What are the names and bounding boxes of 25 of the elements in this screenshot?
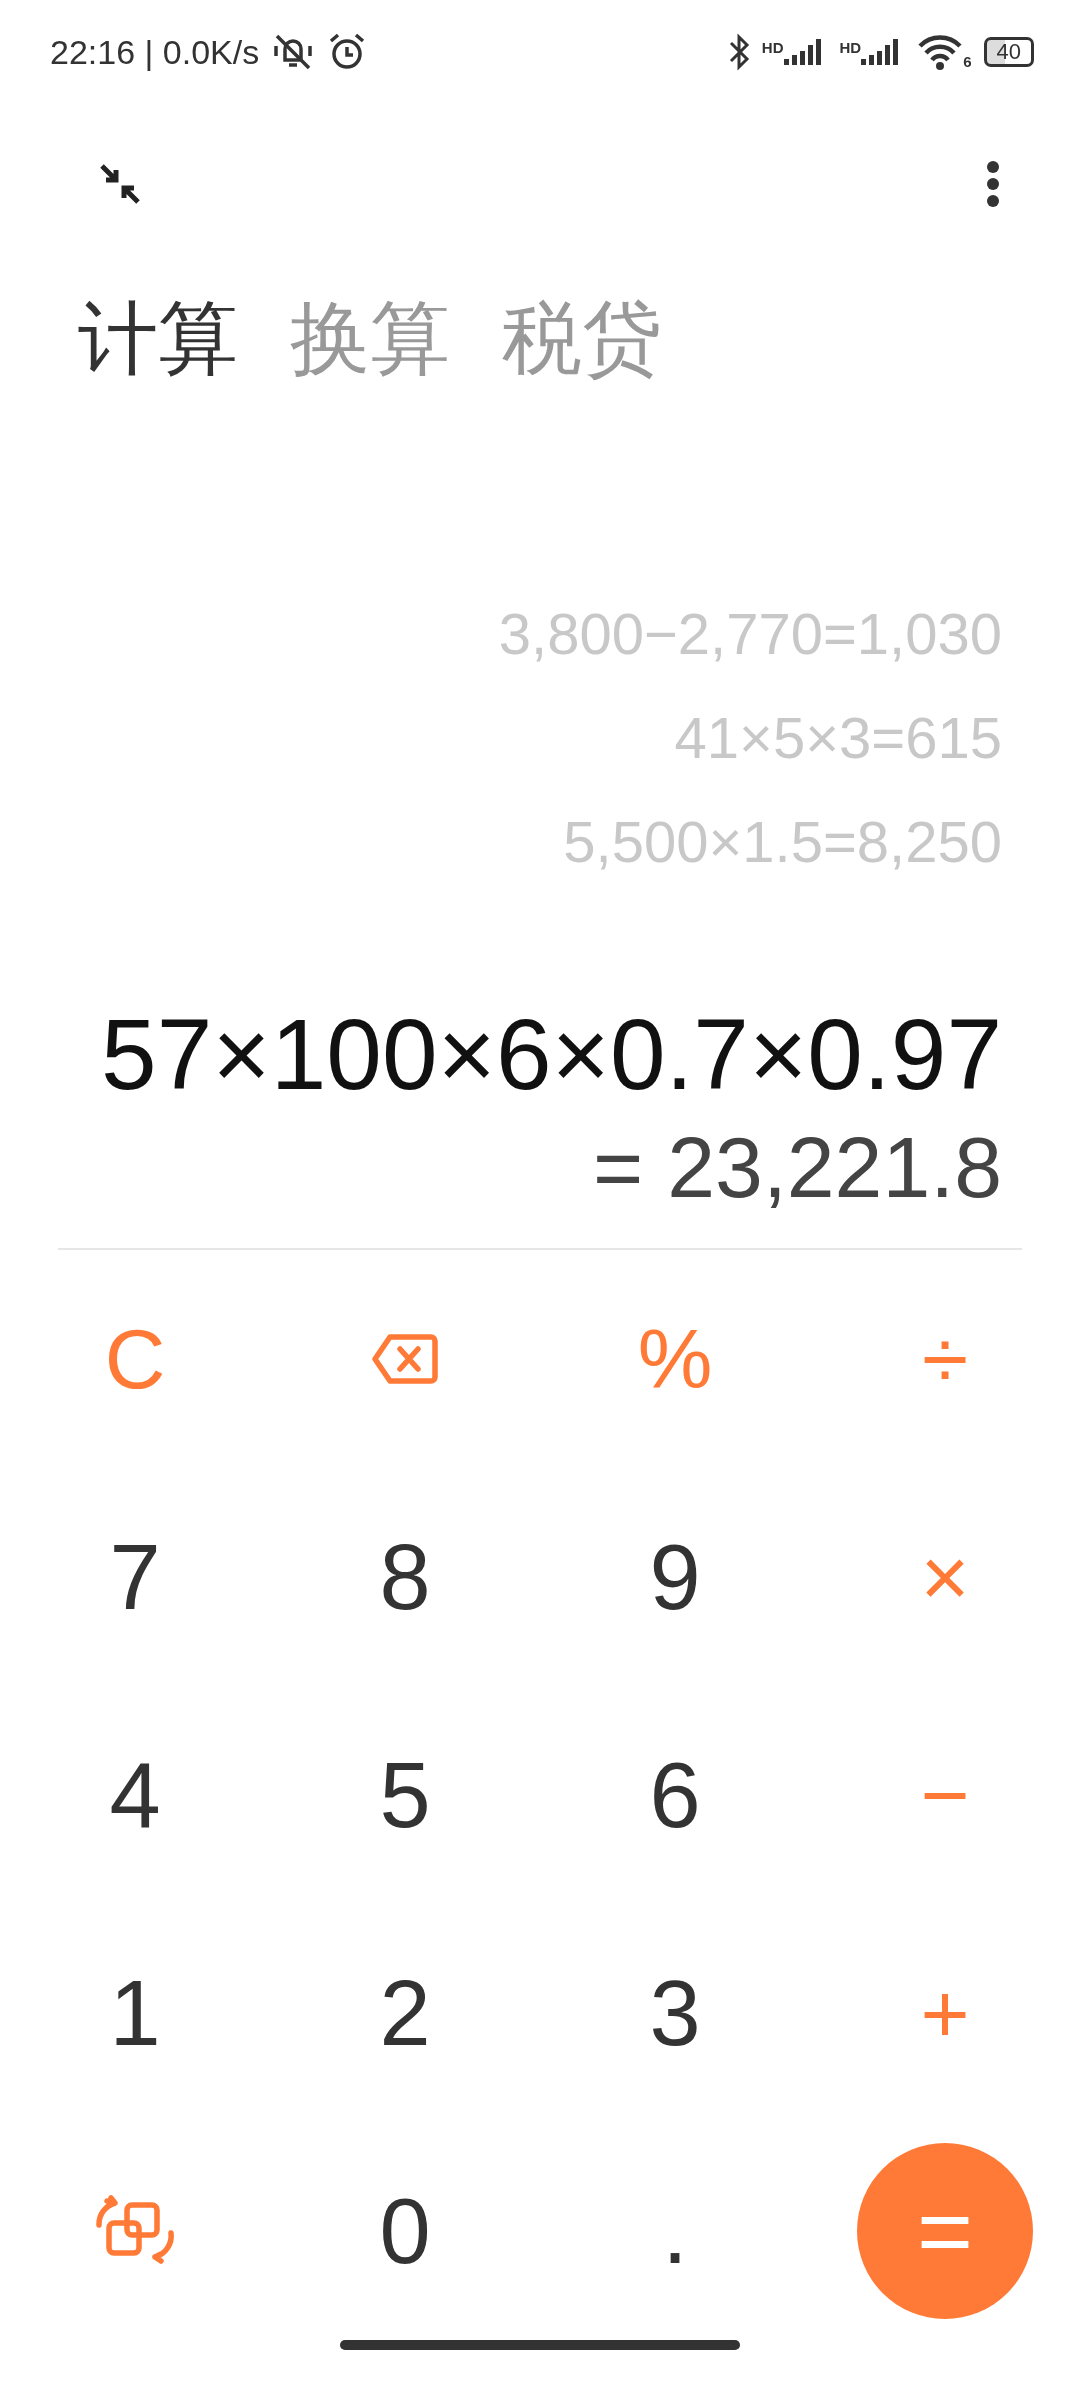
network-type-label: HD xyxy=(761,39,784,56)
digit-key[interactable]: 0 xyxy=(379,2185,431,2277)
digit-key[interactable]: 4 xyxy=(109,1749,161,1841)
digit-key[interactable]: 2 xyxy=(379,1967,431,2059)
collapse-icon[interactable] xyxy=(98,162,142,206)
wifi-icon xyxy=(917,34,964,70)
expression-text: 57×100×6×0.7×0.97 xyxy=(101,997,1002,1112)
mode-tab[interactable]: 计算 xyxy=(78,299,238,379)
digit-key[interactable]: 6 xyxy=(649,1749,701,1841)
digit-key[interactable]: . xyxy=(662,2185,688,2277)
digit-key[interactable]: 7 xyxy=(109,1531,161,1623)
digit-key[interactable]: 9 xyxy=(649,1531,701,1623)
digit-key[interactable]: 8 xyxy=(379,1531,431,1623)
swap-squares-icon[interactable] xyxy=(95,2195,175,2267)
digit-key[interactable]: 1 xyxy=(109,1967,161,2059)
digit-key[interactable]: 3 xyxy=(649,1967,701,2059)
network-type-label: HD xyxy=(839,39,862,56)
bluetooth-icon xyxy=(727,33,750,71)
status-time: 22:16 | 0.0K/s xyxy=(50,32,260,72)
more-options-icon[interactable] xyxy=(986,160,1000,208)
battery-indicator: 40 xyxy=(983,37,1034,67)
wifi-standard-label: 6 xyxy=(963,53,972,70)
result-text: = 23,221.8 xyxy=(593,1118,1002,1217)
digit-key[interactable]: 5 xyxy=(379,1749,431,1841)
backspace-icon[interactable] xyxy=(372,1334,438,1384)
